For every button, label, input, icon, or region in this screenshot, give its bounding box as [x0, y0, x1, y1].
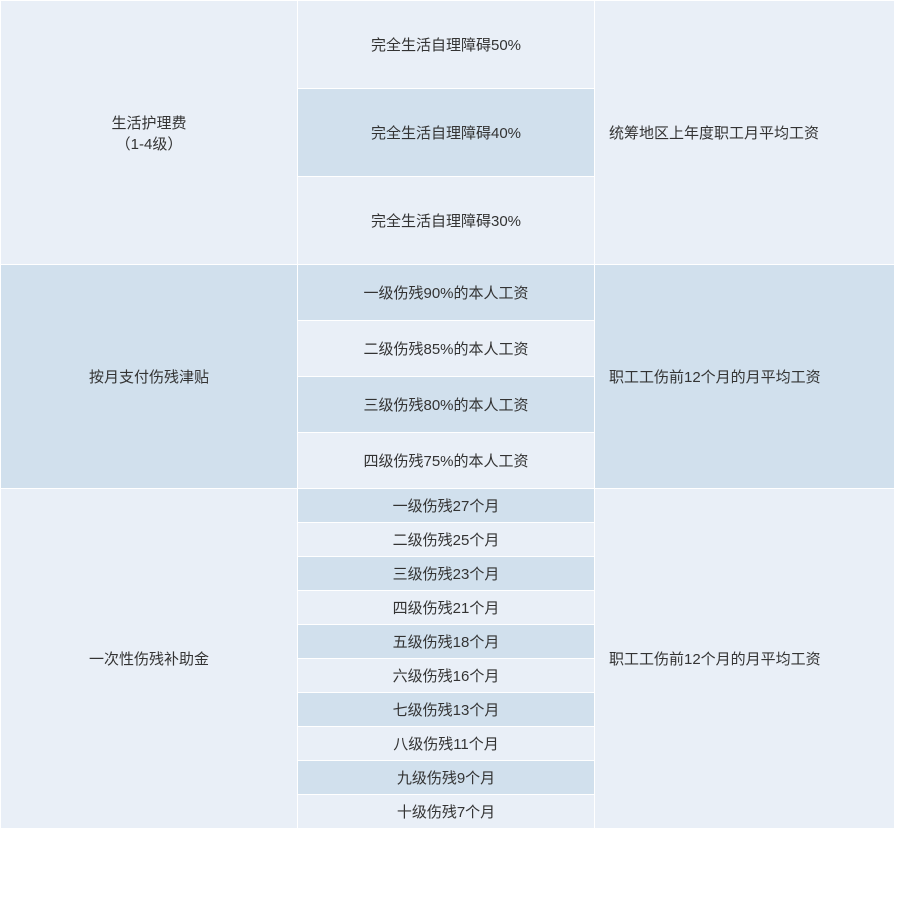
section1-title-line1: 生活护理费 [111, 115, 186, 132]
section3-item-7: 七级伤残13个月 [298, 693, 595, 727]
section3-item-10: 十级伤残7个月 [298, 795, 595, 829]
section1-item-2: 完全生活自理障碍40% [298, 89, 595, 177]
section3-title: 一次性伤残补助金 [1, 489, 298, 829]
section1-title-line2: （1-4级） [116, 136, 183, 153]
section1-item-3: 完全生活自理障碍30% [298, 177, 595, 265]
section1-item-1: 完全生活自理障碍50% [298, 1, 595, 89]
section2-item-4: 四级伤残75%的本人工资 [298, 433, 595, 489]
section3-item-3: 三级伤残23个月 [298, 557, 595, 591]
section2-item-3: 三级伤残80%的本人工资 [298, 377, 595, 433]
section3-item-4: 四级伤残21个月 [298, 591, 595, 625]
section1-basis: 统筹地区上年度职工月平均工资 [595, 1, 895, 265]
section3-basis: 职工工伤前12个月的月平均工资 [595, 489, 895, 829]
compensation-table: 生活护理费 （1-4级） 完全生活自理障碍50% 统筹地区上年度职工月平均工资 … [0, 0, 895, 829]
section2-item-2: 二级伤残85%的本人工资 [298, 321, 595, 377]
section2-basis: 职工工伤前12个月的月平均工资 [595, 265, 895, 489]
section3-item-8: 八级伤残11个月 [298, 727, 595, 761]
section2-item-1: 一级伤残90%的本人工资 [298, 265, 595, 321]
section3-item-9: 九级伤残9个月 [298, 761, 595, 795]
section3-item-1: 一级伤残27个月 [298, 489, 595, 523]
section3-item-6: 六级伤残16个月 [298, 659, 595, 693]
section3-item-5: 五级伤残18个月 [298, 625, 595, 659]
section2-title: 按月支付伤残津贴 [1, 265, 298, 489]
section1-title: 生活护理费 （1-4级） [1, 1, 298, 265]
section3-item-2: 二级伤残25个月 [298, 523, 595, 557]
